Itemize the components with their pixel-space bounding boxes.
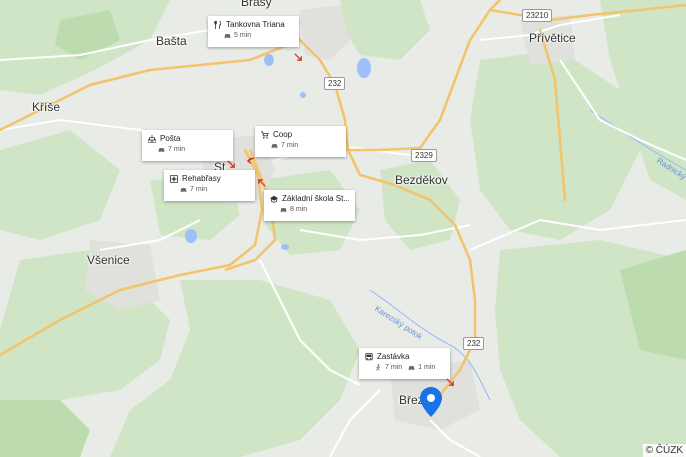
poi-name: Rehabřasy [182, 174, 221, 183]
town-label-privetice: Přívětice [529, 31, 576, 45]
poi-travel-time: 7 min [190, 186, 208, 193]
poi-name: Tankovna Triana [226, 20, 285, 29]
poi-card-rehabrasy[interactable]: Rehabřasy 7 min [164, 170, 255, 201]
poi-travel-time-car: 1 min [418, 364, 436, 371]
poi-card-zakladni-skola[interactable]: Základní škola St... 8 min [264, 190, 355, 221]
poi-arrow-zastavka [446, 378, 454, 386]
town-label-krise: Kříše [32, 100, 61, 114]
town-label-bezdekov: Bezděkov [395, 173, 448, 187]
poi-travel-time-walk: 7 min [385, 364, 403, 371]
car-icon [280, 206, 287, 213]
poi-travel-time: 7 min [168, 146, 186, 153]
poi-card-zastavka[interactable]: Zastávka 7 min 1 min [359, 348, 450, 379]
school-icon [270, 195, 278, 203]
poi-name: Základní škola St... [282, 194, 349, 203]
poi-card-tankovna-triana[interactable]: Tankovna Triana 5 min [208, 16, 299, 47]
poi-name: Coop [273, 130, 293, 139]
poi-travel-time: 7 min [281, 142, 299, 149]
road-badge-2329: 2329 [411, 149, 437, 162]
road-badge-23210: 23210 [522, 9, 553, 22]
poi-arrow-tankovna [294, 53, 302, 61]
car-icon [271, 142, 278, 149]
poi-card-posta[interactable]: Pošta 7 min [142, 130, 233, 161]
poi-arrow-coop [247, 157, 255, 164]
map-copyright: © ČÚZK [642, 444, 686, 457]
medical-cross-icon [170, 174, 178, 183]
poi-travel-time: 8 min [290, 206, 308, 213]
poi-name: Zastávka [377, 352, 410, 361]
car-icon [408, 364, 415, 371]
car-icon [224, 32, 231, 39]
town-label-brasy: Brasy [241, 0, 272, 9]
car-icon [180, 186, 187, 193]
poi-arrow-skola [258, 179, 266, 187]
car-icon [158, 146, 165, 153]
bus-icon [365, 352, 373, 361]
post-office-icon [148, 134, 156, 143]
town-label-vsenice: Všenice [87, 253, 130, 267]
town-label-basta: Bašta [156, 34, 187, 48]
map-canvas[interactable] [0, 0, 686, 457]
poi-travel-time: 5 min [234, 32, 252, 39]
walk-icon [375, 364, 382, 371]
poi-card-coop[interactable]: Coop 7 min [255, 126, 346, 157]
road-badge-232-bottom: 232 [463, 337, 485, 350]
poi-name: Pošta [160, 134, 181, 143]
shopping-cart-icon [261, 130, 269, 139]
poi-arrow-posta [227, 160, 235, 168]
road-badge-232-top: 232 [324, 77, 346, 90]
location-pin-icon[interactable] [420, 387, 442, 417]
restaurant-icon [214, 20, 222, 29]
